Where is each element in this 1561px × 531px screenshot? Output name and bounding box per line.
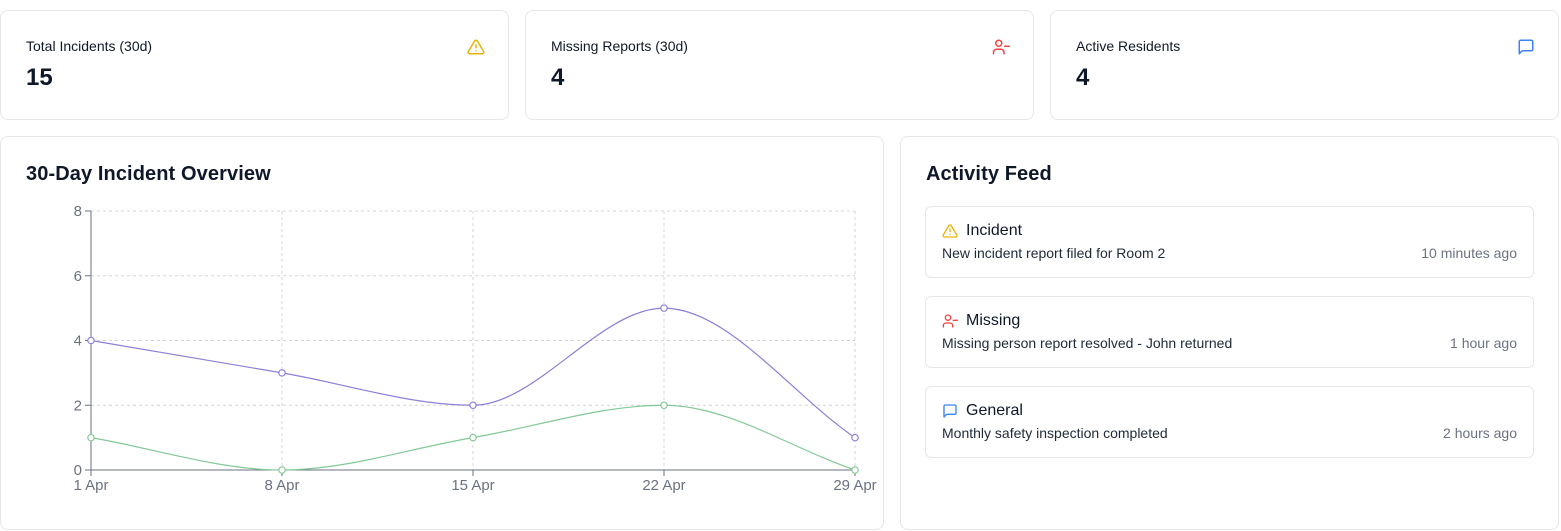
stat-value: 15 — [26, 64, 53, 91]
message-square-icon — [1517, 38, 1535, 56]
incident-line-chart: 024681 Apr 8 Apr 15 Apr 22 Apr 29 Apr — [73, 203, 876, 494]
user-minus-icon — [992, 38, 1010, 56]
data-point — [87, 336, 95, 345]
activity-feed-panel: Activity Feed Incident New incident repo… — [900, 136, 1559, 530]
feed-item-title: General — [966, 402, 1023, 419]
data-point — [660, 304, 668, 312]
y-tick-label: 4 — [74, 333, 82, 350]
feed-item-missing[interactable]: Missing Missing person report resolved -… — [925, 296, 1534, 368]
stat-card-missing-reports: Missing Reports (30d) 4 — [525, 10, 1034, 120]
data-point — [278, 466, 286, 474]
x-tick-label: 1 Apr — [73, 477, 108, 494]
data-point — [87, 433, 95, 442]
data-point — [851, 466, 859, 474]
feed-item-description: New incident report filed for Room 2 — [942, 245, 1166, 261]
incident-overview-panel: 30-Day Incident Overview 024681 Apr 8 Apr… — [0, 136, 884, 530]
x-tick-label: 29 Apr — [833, 477, 876, 494]
data-point — [660, 401, 668, 410]
feed-title: Activity Feed — [926, 163, 1052, 185]
x-tick-label: 8 Apr — [264, 477, 299, 494]
message-square-icon — [942, 403, 958, 419]
feed-item-time: 1 hour ago — [1450, 335, 1517, 351]
warning-triangle-icon — [467, 38, 485, 56]
y-tick-label: 8 — [74, 203, 82, 220]
data-point — [469, 433, 477, 442]
feed-item-title: Missing — [966, 312, 1021, 329]
stat-card-total-incidents: Total Incidents (30d) 15 — [0, 10, 509, 120]
stat-value: 4 — [551, 64, 565, 91]
stat-label: Missing Reports (30d) — [551, 38, 688, 54]
feed-item-title: Incident — [966, 222, 1023, 239]
stat-card-active-residents: Active Residents 4 — [1050, 10, 1559, 120]
data-point — [851, 433, 859, 442]
data-point — [469, 401, 477, 410]
data-point — [278, 369, 286, 377]
feed-item-incident[interactable]: Incident New incident report filed for R… — [925, 206, 1534, 278]
warning-triangle-icon — [942, 223, 958, 239]
feed-item-general[interactable]: General Monthly safety inspection comple… — [925, 386, 1534, 458]
x-tick-label: 15 Apr — [451, 477, 494, 494]
stat-value: 4 — [1076, 64, 1090, 91]
feed-item-time: 10 minutes ago — [1421, 245, 1517, 261]
feed-item-description: Monthly safety inspection completed — [942, 425, 1168, 441]
stat-label: Total Incidents (30d) — [26, 38, 153, 54]
y-tick-label: 2 — [74, 397, 82, 414]
stat-label: Active Residents — [1076, 38, 1181, 54]
y-tick-label: 6 — [74, 268, 82, 285]
user-minus-icon — [942, 313, 958, 329]
feed-item-time: 2 hours ago — [1443, 425, 1517, 441]
feed-item-description: Missing person report resolved - John re… — [942, 335, 1233, 351]
x-tick-label: 22 Apr — [642, 477, 685, 494]
